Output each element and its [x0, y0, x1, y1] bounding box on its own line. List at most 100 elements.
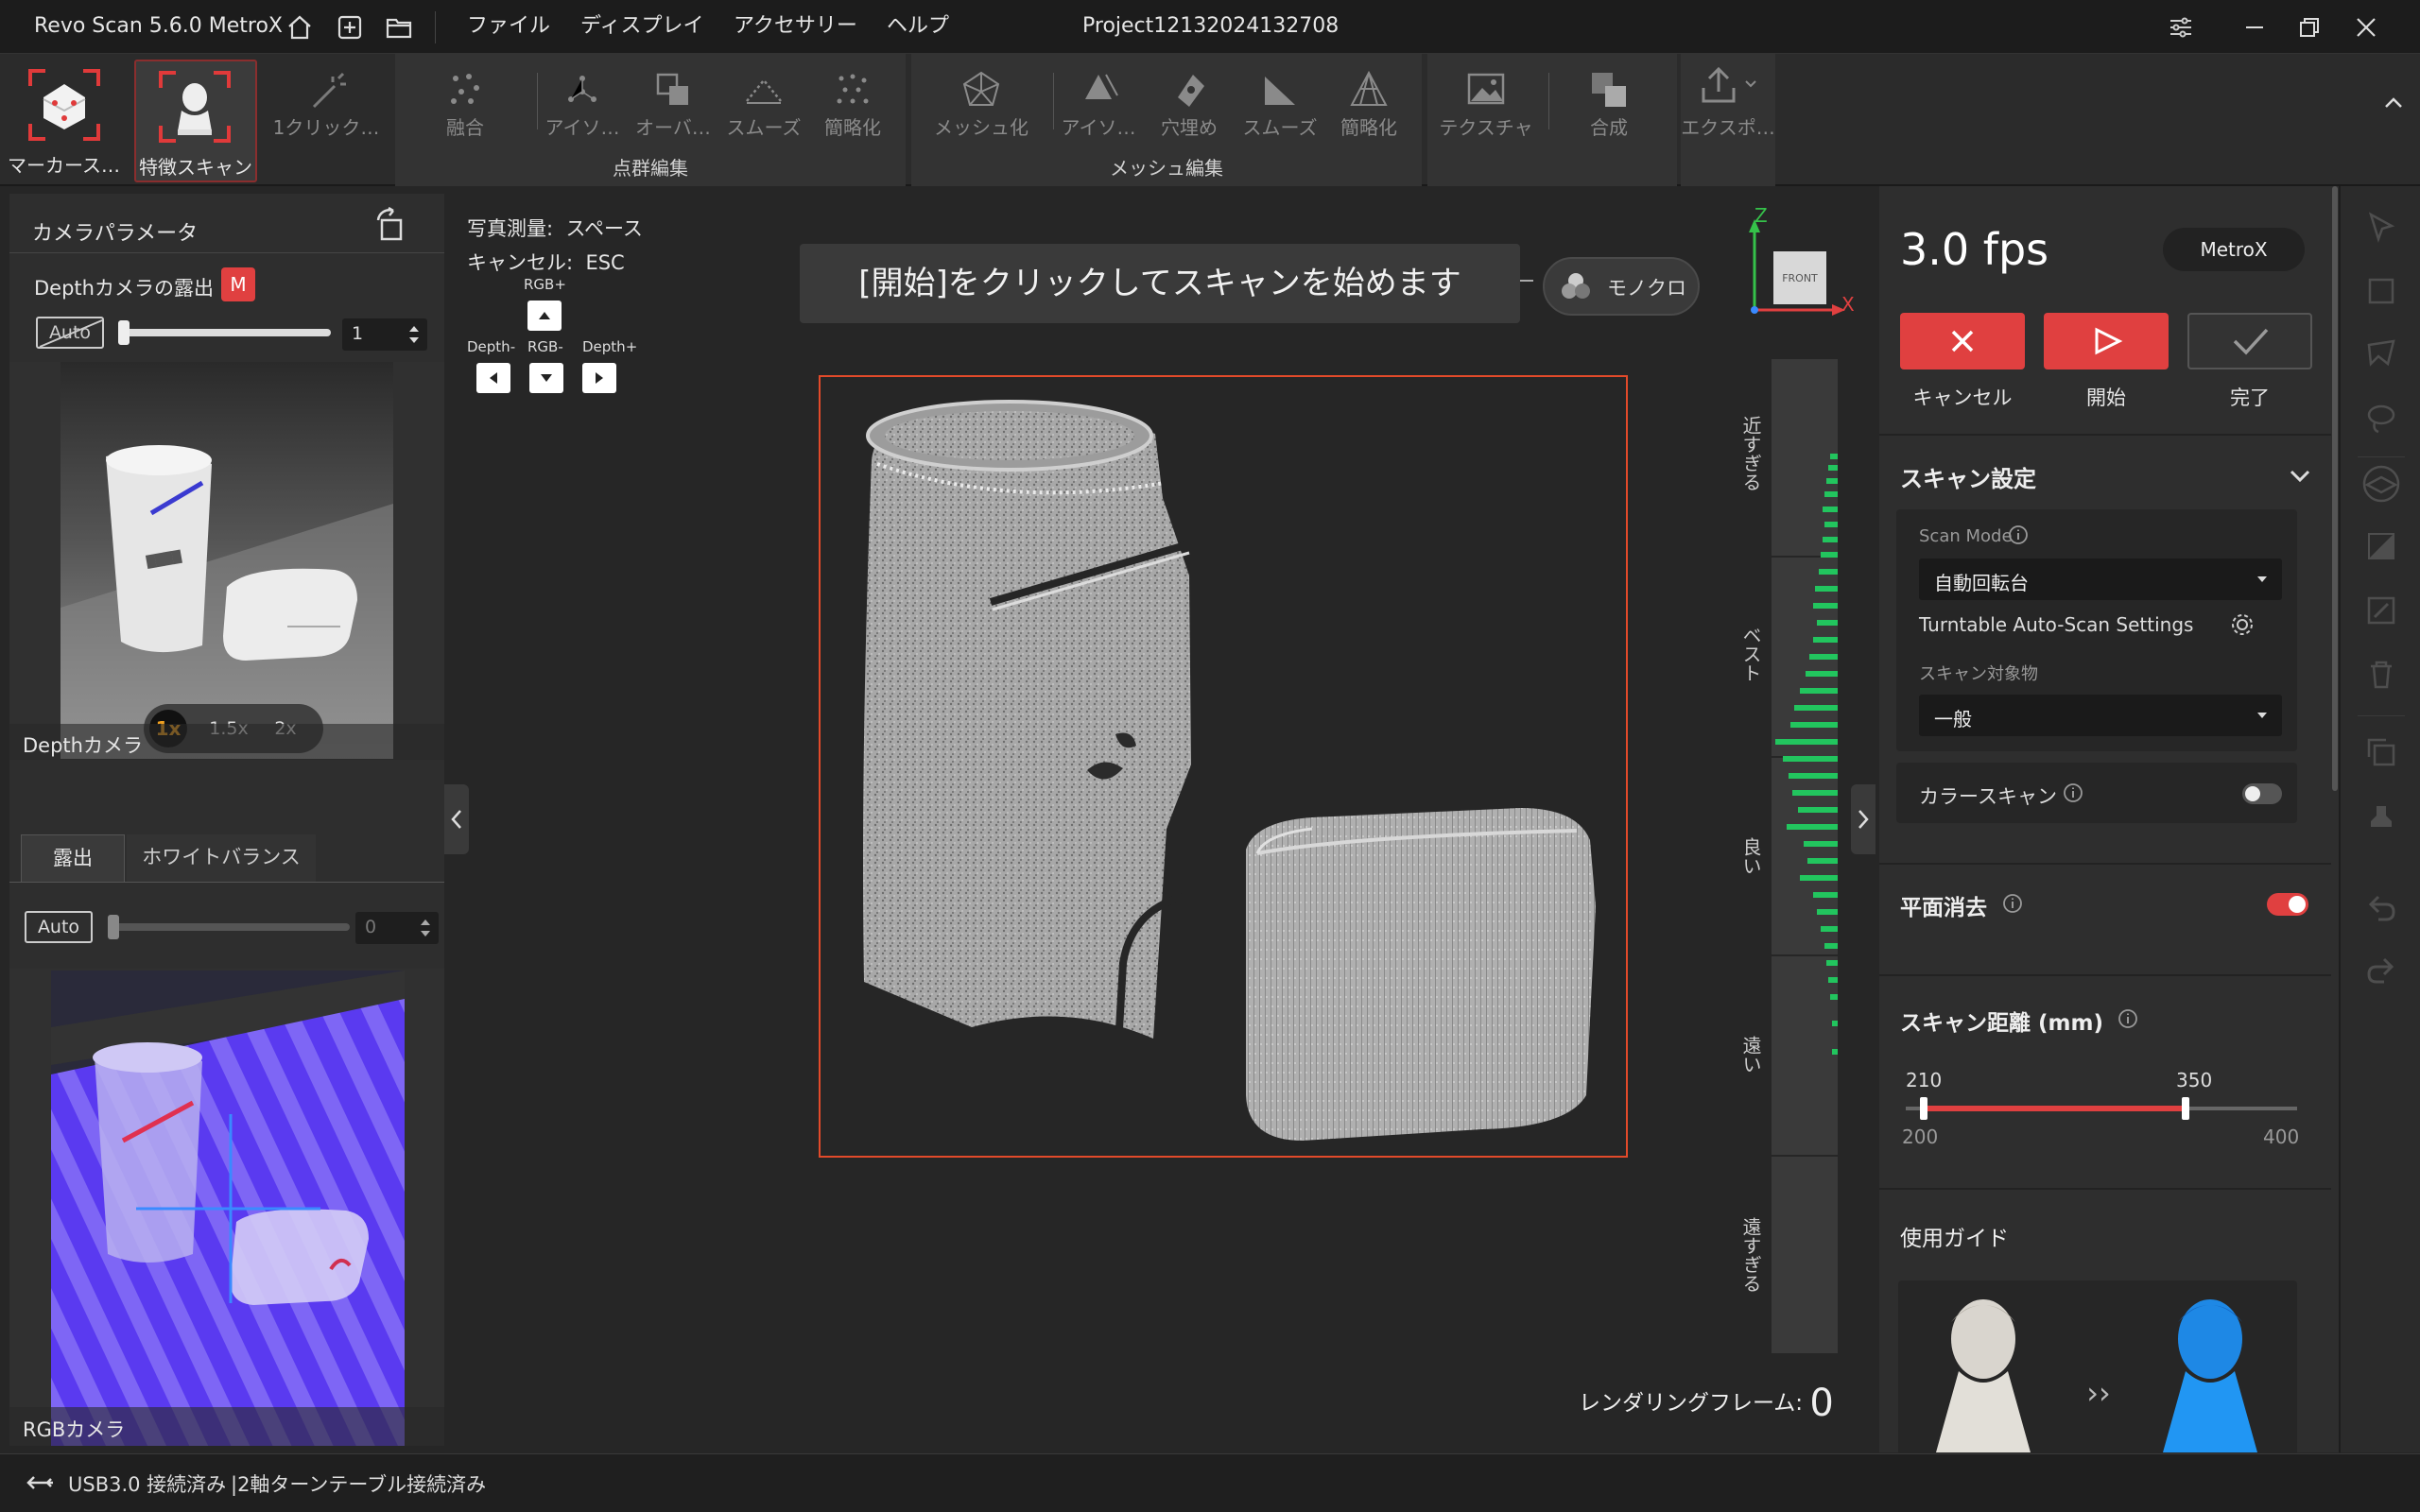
undo-icon[interactable]: [2365, 891, 2397, 923]
play-icon: [2095, 327, 2123, 355]
plane-select-icon[interactable]: [2361, 464, 2401, 504]
merge-label[interactable]: 合成: [1556, 112, 1662, 140]
depth-minus-button[interactable]: [476, 363, 510, 393]
depth-auto-toggle[interactable]: Auto: [36, 317, 104, 349]
rgb-camera-view: RGBカメラ: [9, 969, 444, 1446]
feature-scan-button[interactable]: 特徴スキャン: [134, 60, 257, 182]
rgb-plus-button[interactable]: [527, 301, 562, 331]
usb-connection-icon: [26, 1476, 53, 1489]
pointer-icon[interactable]: [2365, 211, 2397, 243]
lasso-select-icon[interactable]: [2365, 402, 2397, 434]
menu-accessory[interactable]: アクセサリー: [734, 0, 857, 53]
bust-gray-icon: [1936, 1299, 2031, 1452]
smooth-label[interactable]: スムーズ: [718, 112, 809, 140]
start-button[interactable]: [2044, 313, 2169, 369]
chevron-down-icon[interactable]: [1743, 77, 1758, 92]
copy-icon[interactable]: [2365, 736, 2397, 768]
mono-toggle[interactable]: モノクロ: [1543, 257, 1700, 316]
check-icon: [2233, 328, 2269, 355]
distance-high-handle[interactable]: [2182, 1097, 2189, 1120]
info-icon[interactable]: [2118, 1008, 2138, 1029]
new-project-icon[interactable]: [336, 13, 364, 42]
polygon-select-icon[interactable]: [2365, 337, 2397, 369]
info-icon[interactable]: [2008, 524, 2029, 545]
close-icon[interactable]: [2352, 13, 2380, 42]
menu-display[interactable]: ディスプレイ: [580, 0, 703, 53]
far-label: 遠い: [1739, 1036, 1762, 1074]
scrollbar-thumb[interactable]: [2332, 186, 2338, 791]
plane-removal-toggle[interactable]: [2267, 893, 2308, 916]
simplify-label[interactable]: 簡略化: [807, 112, 898, 140]
home-icon[interactable]: [285, 13, 314, 42]
redo-icon[interactable]: [2365, 954, 2397, 986]
menu-help[interactable]: ヘルプ: [887, 0, 949, 53]
smooth-mesh-icon: [1259, 69, 1301, 111]
one-click-button[interactable]: 1クリック…: [265, 54, 388, 186]
info-icon[interactable]: [2002, 893, 2023, 914]
collapse-ribbon-icon[interactable]: [2382, 92, 2405, 114]
invert-select-icon[interactable]: [2365, 594, 2397, 627]
collapse-right-panel[interactable]: [1851, 784, 1876, 854]
simplify-mesh-icon: [1348, 69, 1390, 111]
info-icon[interactable]: [2063, 782, 2083, 803]
divider: [9, 252, 444, 253]
reset-params-icon[interactable]: [371, 207, 408, 245]
texture-label[interactable]: テクスチャ: [1433, 112, 1539, 140]
rgb-auto-button[interactable]: Auto: [25, 911, 93, 943]
marker-scan-button[interactable]: マーカース…: [0, 54, 128, 186]
rect-select-icon[interactable]: [2365, 275, 2397, 307]
cancel-button[interactable]: [1900, 313, 2025, 369]
one-click-label: 1クリック…: [272, 116, 380, 139]
slider-handle[interactable]: [108, 915, 119, 939]
mesh-edit-group: メッシュ化 アイソ… 穴埋め スムーズ 簡略化 メッシュ編集: [911, 54, 1422, 186]
export-label[interactable]: エクスポ…: [1681, 112, 1775, 140]
fusion-label[interactable]: 融合: [408, 112, 522, 140]
point-cloud-edit-group: 融合 アイソ… オーバ… スムーズ 簡略化 点群編集: [395, 54, 906, 186]
smooth-mesh-label[interactable]: スムーズ: [1235, 112, 1325, 140]
rgb-exposure-input[interactable]: 0: [355, 912, 439, 944]
x-axis-label: X: [1841, 293, 1855, 316]
delete-icon[interactable]: [2365, 659, 2397, 691]
tab-exposure[interactable]: 露出: [21, 834, 125, 882]
fill-holes-label[interactable]: 穴埋め: [1144, 112, 1235, 140]
dropdown-arrow-icon: [2257, 576, 2267, 582]
rgb-minus-button[interactable]: [529, 363, 563, 393]
right-scrollbar-track[interactable]: [2331, 186, 2339, 1452]
spin-icon[interactable]: [406, 322, 422, 347]
color-scan-toggle[interactable]: [2242, 783, 2282, 804]
device-badge[interactable]: MetroX: [2163, 228, 2305, 271]
overlap-label[interactable]: オーバ…: [628, 112, 718, 140]
settings-sliders-icon[interactable]: [2167, 13, 2195, 42]
isolate-label[interactable]: アイソ…: [537, 112, 628, 140]
minimize-icon[interactable]: [2240, 13, 2269, 42]
target-select[interactable]: 一般: [1919, 695, 2282, 736]
histogram-bars: [1775, 454, 1838, 1055]
open-folder-icon[interactable]: [385, 13, 413, 42]
collapse-left-panel[interactable]: [444, 784, 469, 854]
stamp-icon[interactable]: [2365, 802, 2397, 834]
scan-mode-select[interactable]: 自動回転台: [1919, 558, 2282, 600]
tab-white-balance[interactable]: ホワイトバランス: [127, 834, 316, 882]
isolate-mesh-label[interactable]: アイソ…: [1053, 112, 1144, 140]
gear-icon[interactable]: [2229, 611, 2256, 638]
slider-handle[interactable]: [118, 320, 130, 345]
strike-icon: [39, 319, 103, 348]
depth-plus-button[interactable]: [582, 363, 616, 393]
done-button[interactable]: [2187, 313, 2312, 369]
scan-mode-value: 自動回転台: [1934, 572, 2029, 594]
rgb-exposure-slider[interactable]: [112, 923, 350, 931]
spin-icon[interactable]: [418, 916, 433, 940]
depth-exposure-input[interactable]: 1: [342, 318, 427, 351]
menu-file[interactable]: ファイル: [467, 0, 550, 53]
export-icon[interactable]: [1698, 65, 1739, 107]
distance-low-handle[interactable]: [1920, 1097, 1927, 1120]
meshing-label[interactable]: メッシュ化: [925, 112, 1038, 140]
divider: [1879, 974, 2331, 976]
depth-exposure-slider[interactable]: [123, 329, 331, 336]
half-select-icon[interactable]: [2365, 530, 2397, 562]
simplify-mesh-label[interactable]: 簡略化: [1323, 112, 1414, 140]
restore-icon[interactable]: [2295, 13, 2324, 42]
divider: [435, 11, 436, 43]
chevron-down-icon[interactable]: [2286, 462, 2314, 490]
axis-gizmo[interactable]: FRONT Z X: [1745, 204, 1858, 319]
